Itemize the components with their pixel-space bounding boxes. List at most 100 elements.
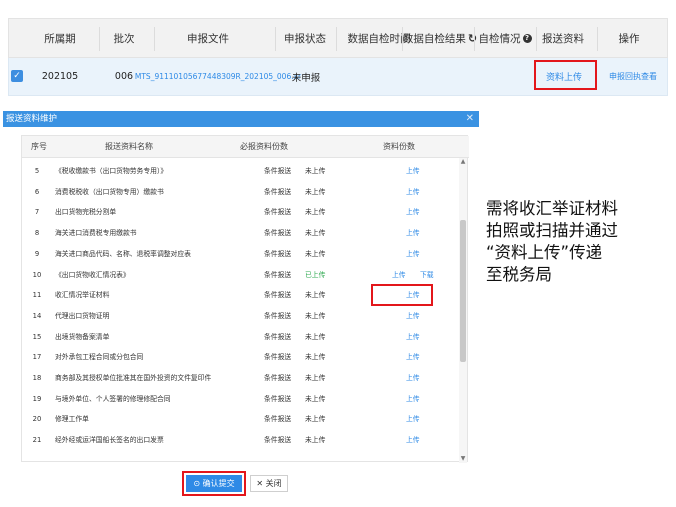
material-name: 《税收缴款书（出口货物劳务专用）》 xyxy=(55,167,168,175)
required-type: 条件报送 xyxy=(264,270,292,279)
upload-status: 未上传 xyxy=(305,208,326,217)
divider xyxy=(597,27,598,51)
required-type: 条件报送 xyxy=(264,394,292,403)
col-required: 必报资料份数 xyxy=(240,142,288,151)
upload-link[interactable]: 上传 xyxy=(406,327,420,347)
header-check-detail[interactable]: 自检情况 ? xyxy=(475,19,535,57)
upload-status: 未上传 xyxy=(305,291,326,300)
material-name: 对外承包工程合同或分包合同 xyxy=(55,353,144,362)
required-type: 条件报送 xyxy=(264,167,292,175)
receipt-view-link[interactable]: 申报回执查看 xyxy=(608,58,658,95)
upload-link[interactable]: 上传 xyxy=(406,306,420,326)
upload-link[interactable]: 上传 xyxy=(406,389,420,409)
row-checkbox[interactable]: ✓ xyxy=(11,70,23,82)
close-x-icon: ✕ xyxy=(256,479,264,488)
required-type: 条件报送 xyxy=(264,249,292,258)
required-type: 条件报送 xyxy=(264,291,292,300)
row-number: 5 xyxy=(34,167,40,175)
required-type: 条件报送 xyxy=(264,208,292,217)
scrollbar-thumb[interactable] xyxy=(460,220,466,362)
material-name: 与境外单位、个人签署的修理修配合同 xyxy=(55,394,171,403)
material-row: 5 《税收缴款书（出口货物劳务专用）》 条件报送 未上传 上传 xyxy=(22,161,460,181)
row-number: 18 xyxy=(32,374,42,382)
col-count: 资料份数 xyxy=(383,142,415,151)
upload-status: 未上传 xyxy=(305,332,326,341)
material-row: 6 消费税税收（出口货物专用）缴款书 条件报送 未上传 上传 xyxy=(22,182,460,202)
required-type: 条件报送 xyxy=(264,332,292,341)
highlight-box-material-upload xyxy=(534,60,597,90)
material-row: 15 出境货物备案清单 条件报送 未上传 上传 xyxy=(22,327,460,347)
material-name: 收汇情况举证材料 xyxy=(55,291,110,300)
row-number: 17 xyxy=(32,353,42,362)
material-row: 19 与境外单位、个人签署的修理修配合同 条件报送 未上传 上传 xyxy=(22,389,460,409)
upload-link[interactable]: 上传 xyxy=(406,244,420,264)
upload-link[interactable]: 上传 xyxy=(406,347,420,367)
divider xyxy=(99,27,100,51)
required-type: 条件报送 xyxy=(264,415,292,424)
help-icon[interactable]: ? xyxy=(522,33,532,43)
material-row: 14 代理出口货物证明 条件报送 未上传 上传 xyxy=(22,306,460,326)
header-status: 申报状态 xyxy=(284,32,326,45)
header-batch: 批次 xyxy=(113,32,135,45)
material-name: 海关进口商品代码、名称、退税率调整对应表 xyxy=(55,249,191,258)
material-name: 代理出口货物证明 xyxy=(55,311,110,320)
upload-link[interactable]: 上传 xyxy=(406,161,420,181)
material-row: 21 经外经或运洋国船长签名的出口发票 条件报送 未上传 上传 xyxy=(22,430,460,450)
divider xyxy=(154,27,155,51)
material-row: 20 修理工作单 条件报送 未上传 上传 xyxy=(22,409,460,429)
upload-link[interactable]: 上传 xyxy=(406,202,420,222)
row-number: 7 xyxy=(34,208,40,217)
annotation-line: 拍照或扫描并通过 xyxy=(486,221,618,240)
required-type: 条件报送 xyxy=(264,187,292,196)
row-number: 19 xyxy=(32,394,42,403)
header-check-result-label: 数据自检结果 xyxy=(402,32,466,45)
annotation-line: 至税务局 xyxy=(486,265,552,284)
header-check-result[interactable]: 数据自检结果 ↻ xyxy=(402,19,477,57)
required-type: 条件报送 xyxy=(264,229,292,238)
cell-period: 202105 xyxy=(41,71,79,82)
upload-link[interactable]: 上传 xyxy=(392,265,406,285)
divider xyxy=(336,27,337,51)
upload-status: 未上传 xyxy=(305,374,326,382)
material-name: 商务部及其授权单位批准其在国外投资的文件复印件 xyxy=(55,374,212,382)
material-name: 经外经或运洋国船长签名的出口发票 xyxy=(55,436,164,445)
header-material: 报送资料 xyxy=(542,32,584,45)
material-row: 10 《出口货物收汇情况表》 条件报送 已上传 上传 下载 xyxy=(22,265,460,285)
row-number: 11 xyxy=(32,291,42,300)
material-name: 出口货物完税分割单 xyxy=(55,208,117,217)
col-no: 序号 xyxy=(31,142,47,151)
upload-status: 未上传 xyxy=(305,249,326,258)
material-name: 《出口货物收汇情况表》 xyxy=(55,270,130,279)
close-icon[interactable]: ✕ xyxy=(466,111,474,127)
annotation-line: 需将收汇举证材料 xyxy=(486,199,618,218)
scroll-up-icon[interactable]: ▲ xyxy=(459,158,467,166)
header-file: 申报文件 xyxy=(187,32,229,45)
upload-link[interactable]: 上传 xyxy=(406,182,420,202)
material-row: 18 商务部及其授权单位批准其在国外投资的文件复印件 条件报送 未上传 上传 xyxy=(22,368,460,388)
upload-status: 未上传 xyxy=(305,311,326,320)
material-table-header: 序号 报送资料名称 必报资料份数 资料份数 xyxy=(22,136,469,158)
declaration-file-link[interactable]: MTS_91110105677448309R_202105_006.xr xyxy=(135,58,301,95)
row-number: 8 xyxy=(34,229,40,238)
material-name: 海关进口消费税专用缴款书 xyxy=(55,229,137,238)
upload-link[interactable]: 上传 xyxy=(406,430,420,450)
upload-link[interactable]: 上传 xyxy=(406,223,420,243)
col-name: 报送资料名称 xyxy=(105,142,153,151)
scroll-down-icon[interactable]: ▼ xyxy=(459,455,467,463)
upload-link[interactable]: 上传 xyxy=(406,409,420,429)
download-link[interactable]: 下载 xyxy=(420,265,434,285)
row-number: 20 xyxy=(32,415,42,424)
material-name: 修理工作单 xyxy=(55,415,89,424)
row-number: 6 xyxy=(34,187,40,196)
scrollbar[interactable]: ▲ ▼ xyxy=(459,158,467,463)
upload-status: 未上传 xyxy=(305,353,326,362)
material-name: 出境货物备案清单 xyxy=(55,332,110,341)
material-row: 17 对外承包工程合同或分包合同 条件报送 未上传 上传 xyxy=(22,347,460,367)
upload-link[interactable]: 上传 xyxy=(406,368,420,388)
close-button[interactable]: ✕ 关闭 xyxy=(250,475,288,492)
upload-status: 未上传 xyxy=(305,415,326,424)
row-number: 15 xyxy=(32,332,42,341)
row-number: 9 xyxy=(34,249,40,258)
row-number: 21 xyxy=(32,436,42,445)
dialog-title-bar: 报送资料维护 ✕ xyxy=(3,111,479,127)
